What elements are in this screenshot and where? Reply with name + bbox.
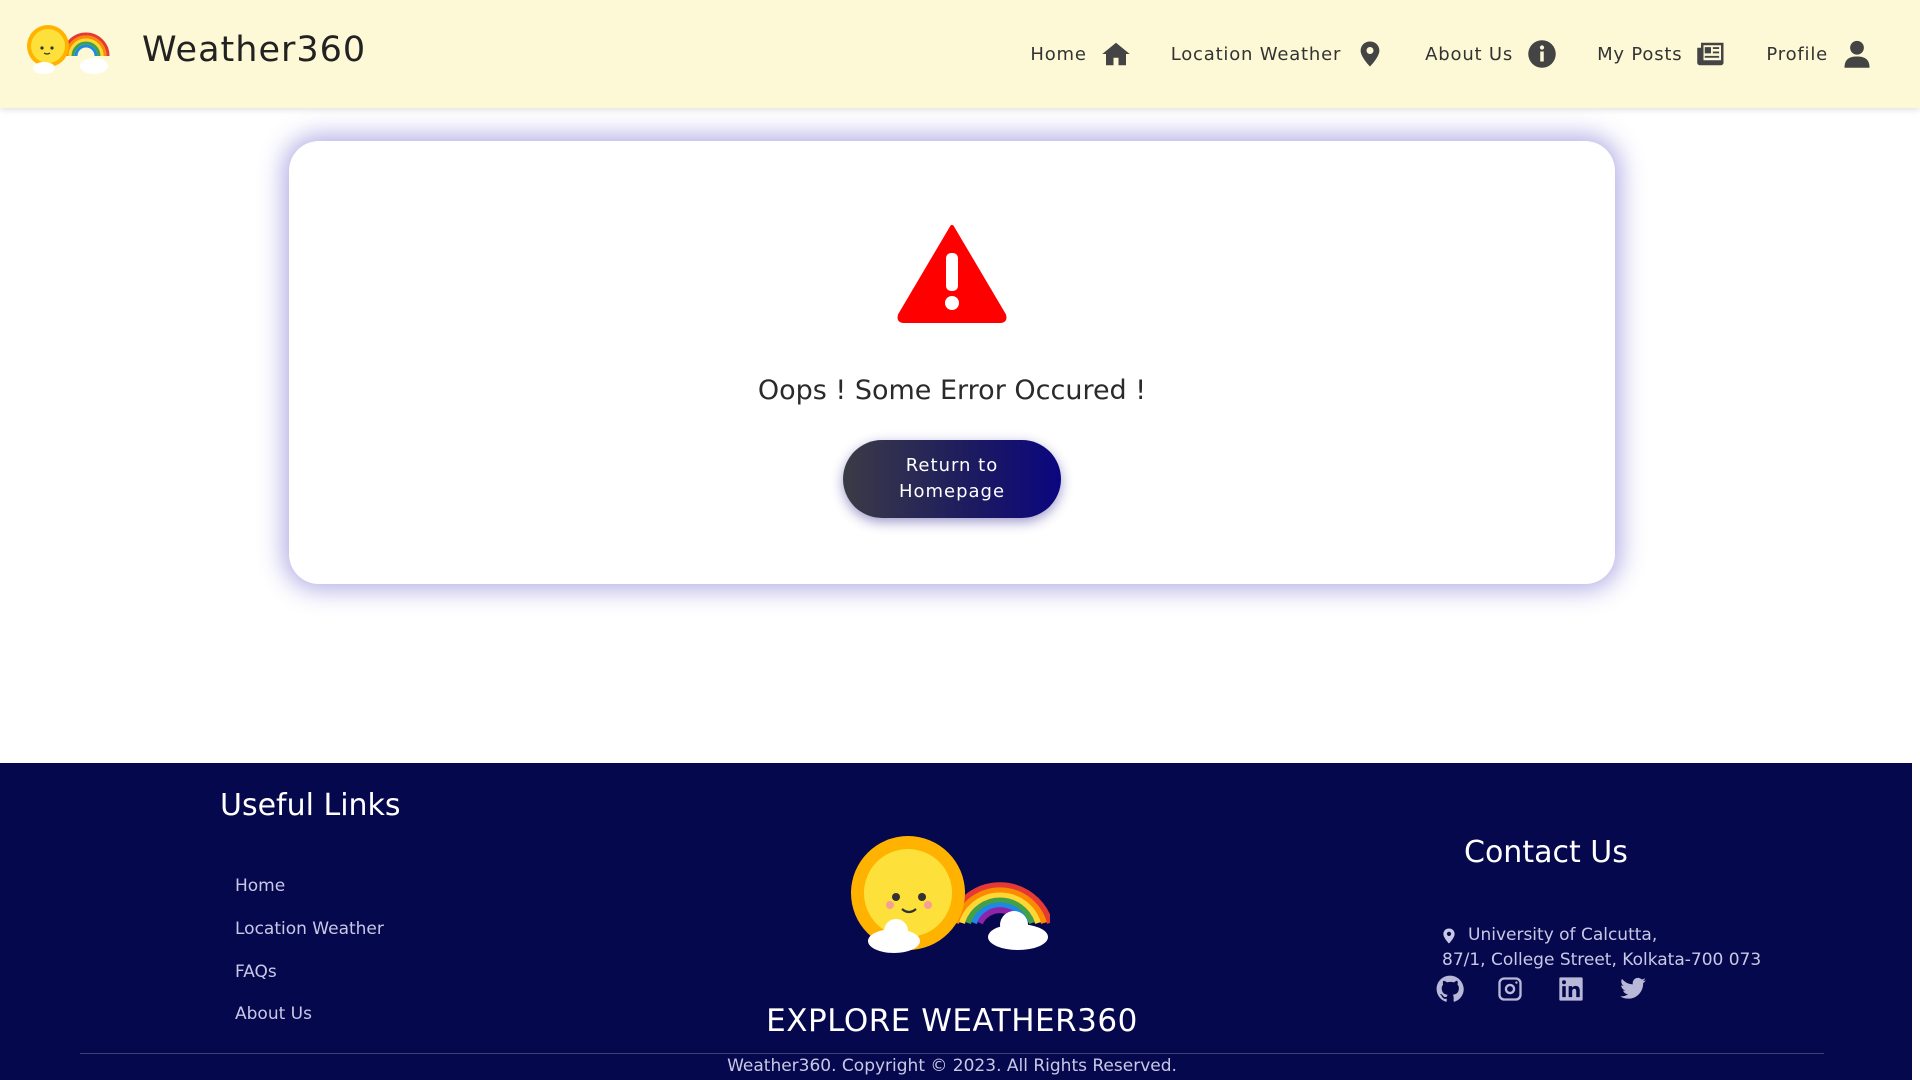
explore-heading: EXPLORE WEATHER360: [766, 1003, 1138, 1039]
info-icon: [1528, 40, 1556, 68]
nav-about-us[interactable]: About Us: [1425, 39, 1557, 69]
return-to-homepage-button[interactable]: Return to Homepage: [843, 440, 1061, 518]
weather360-logo[interactable]: [26, 22, 110, 76]
nav-location-weather-label: Location Weather: [1170, 43, 1342, 65]
user-icon: [1844, 40, 1870, 68]
nav-about-us-label: About Us: [1425, 43, 1514, 65]
nav-home[interactable]: Home: [1030, 39, 1130, 69]
nav-profile-label: Profile: [1766, 43, 1828, 65]
twitter-icon[interactable]: [1619, 975, 1647, 1003]
nav-profile[interactable]: Profile: [1766, 39, 1872, 69]
newspaper-icon: [1697, 42, 1724, 66]
brand-name[interactable]: Weather360: [142, 30, 366, 70]
footer-link-location-weather[interactable]: Location Weather: [235, 919, 384, 939]
footer: Useful Links Home Location Weather FAQs …: [0, 763, 1912, 1080]
warning-icon: [897, 225, 1007, 323]
github-icon[interactable]: [1436, 975, 1464, 1003]
nav-my-posts[interactable]: My Posts: [1597, 39, 1726, 69]
linkedin-icon[interactable]: [1557, 975, 1585, 1003]
copyright-text: Weather360. Copyright © 2023. All Rights…: [727, 1056, 1177, 1076]
nav-my-posts-label: My Posts: [1597, 43, 1683, 65]
home-icon: [1101, 42, 1130, 66]
useful-links-title: Useful Links: [220, 788, 401, 823]
contact-us-title: Contact Us: [1464, 835, 1628, 870]
main-nav: Home Location Weather About Us My Posts …: [990, 0, 1872, 108]
instagram-icon[interactable]: [1496, 975, 1524, 1003]
footer-link-faqs[interactable]: FAQs: [235, 962, 277, 982]
map-pin-icon: [1443, 928, 1455, 944]
footer-divider: [80, 1053, 1824, 1054]
footer-sun-rainbow-logo: [851, 836, 1050, 953]
map-pin-icon: [1360, 41, 1380, 67]
address-line-1: University of Calcutta,: [1468, 925, 1658, 945]
nav-location-weather[interactable]: Location Weather: [1171, 39, 1385, 69]
navbar: Weather360 Home Location Weather About U…: [0, 0, 1920, 108]
nav-home-label: Home: [1030, 43, 1087, 65]
footer-link-home[interactable]: Home: [235, 876, 285, 896]
error-message: Oops ! Some Error Occured !: [757, 375, 1147, 406]
address-line-2: 87/1, College Street, Kolkata-700 073: [1442, 950, 1762, 970]
error-card: Oops ! Some Error Occured ! Return to Ho…: [289, 141, 1615, 584]
